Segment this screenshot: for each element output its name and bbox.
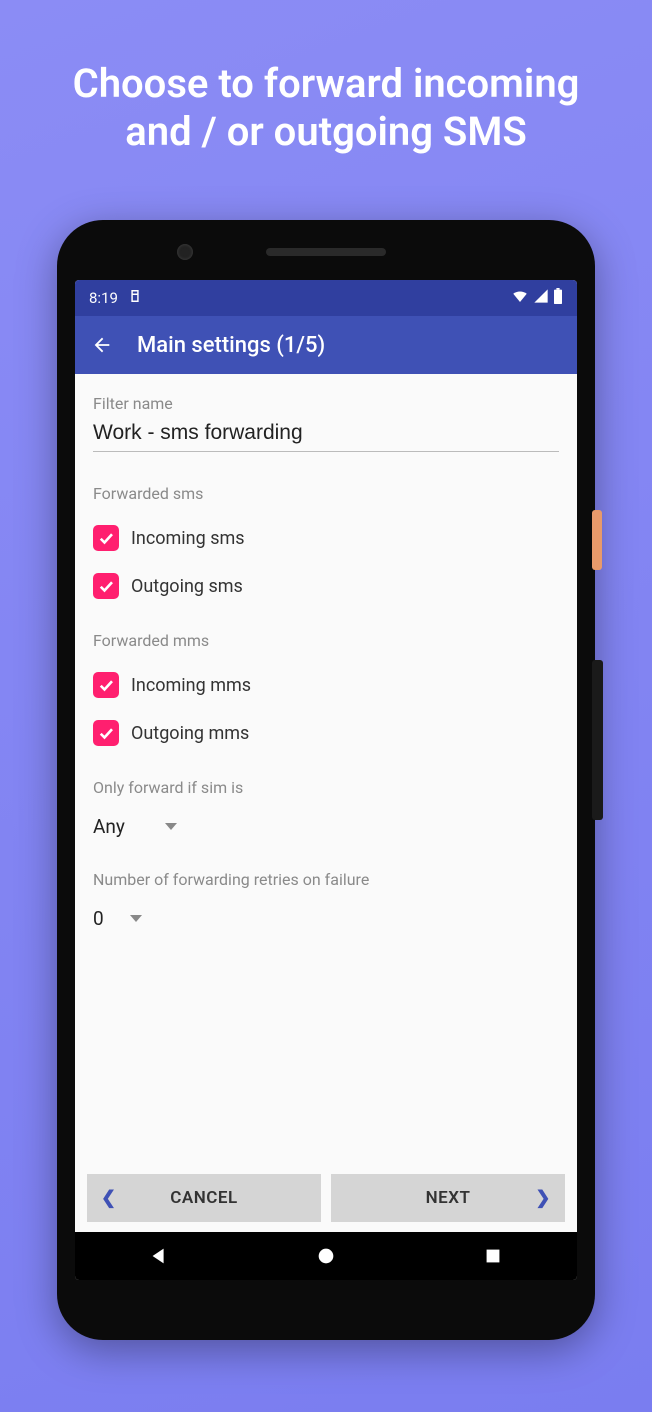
sim-filter-value: Any	[93, 815, 125, 838]
back-arrow-icon[interactable]	[91, 334, 113, 356]
page-title: Main settings (1/5)	[137, 333, 325, 358]
chevron-left-icon: ❮	[101, 1188, 117, 1209]
checkbox-row-incoming-sms[interactable]: Incoming sms	[93, 525, 559, 551]
checkbox-row-incoming-mms[interactable]: Incoming mms	[93, 672, 559, 698]
promo-line-2: and / or outgoing SMS	[125, 108, 526, 155]
wifi-icon	[511, 287, 529, 309]
sim-filter-dropdown[interactable]: Any	[93, 815, 559, 838]
cancel-button[interactable]: ❮ CANCEL	[87, 1174, 321, 1222]
retries-dropdown[interactable]: 0	[93, 907, 559, 930]
promo-headline: Choose to forward incoming and / or outg…	[0, 0, 652, 156]
checkbox-row-outgoing-mms[interactable]: Outgoing mms	[93, 720, 559, 746]
status-bar: 8:19	[75, 280, 577, 316]
checkbox-incoming-mms[interactable]	[93, 672, 119, 698]
chevron-down-icon	[130, 915, 142, 922]
filter-name-input[interactable]	[93, 413, 559, 452]
checkbox-label: Outgoing mms	[131, 723, 249, 744]
checkbox-label: Incoming mms	[131, 675, 251, 696]
signal-icon	[533, 288, 549, 308]
filter-name-label: Filter name	[93, 394, 559, 413]
next-button[interactable]: NEXT ❯	[331, 1174, 565, 1222]
status-time: 8:19	[89, 289, 118, 307]
cancel-label: CANCEL	[170, 1188, 237, 1208]
chevron-right-icon: ❯	[535, 1188, 551, 1209]
button-bar: ❮ CANCEL NEXT ❯	[75, 1174, 577, 1232]
phone-speaker	[266, 248, 386, 256]
battery-icon	[553, 288, 563, 308]
checkbox-outgoing-mms[interactable]	[93, 720, 119, 746]
android-nav-bar	[75, 1232, 577, 1280]
checkbox-label: Incoming sms	[131, 528, 245, 549]
screen: 8:19 Main settings (1/5	[75, 280, 577, 1280]
app-bar: Main settings (1/5)	[75, 316, 577, 374]
retries-value: 0	[93, 907, 104, 930]
checkbox-row-outgoing-sms[interactable]: Outgoing sms	[93, 573, 559, 599]
forwarded-mms-label: Forwarded mms	[93, 631, 559, 650]
next-label: NEXT	[426, 1188, 471, 1208]
promo-line-1: Choose to forward incoming	[73, 60, 580, 107]
checkbox-incoming-sms[interactable]	[93, 525, 119, 551]
power-button	[592, 510, 602, 570]
front-camera	[177, 244, 193, 260]
retries-label: Number of forwarding retries on failure	[93, 870, 559, 889]
volume-button	[592, 660, 603, 820]
nav-home-icon[interactable]	[315, 1245, 337, 1267]
sim-filter-label: Only forward if sim is	[93, 778, 559, 797]
nav-recent-icon[interactable]	[482, 1245, 504, 1267]
content: Filter name Forwarded sms Incoming sms O…	[75, 374, 577, 1174]
checkbox-label: Outgoing sms	[131, 576, 243, 597]
phone-frame: 8:19 Main settings (1/5	[57, 220, 595, 1340]
nav-back-icon[interactable]	[148, 1245, 170, 1267]
forwarded-sms-label: Forwarded sms	[93, 484, 559, 503]
chevron-down-icon	[165, 823, 177, 830]
checkbox-outgoing-sms[interactable]	[93, 573, 119, 599]
status-app-icon	[128, 289, 142, 307]
